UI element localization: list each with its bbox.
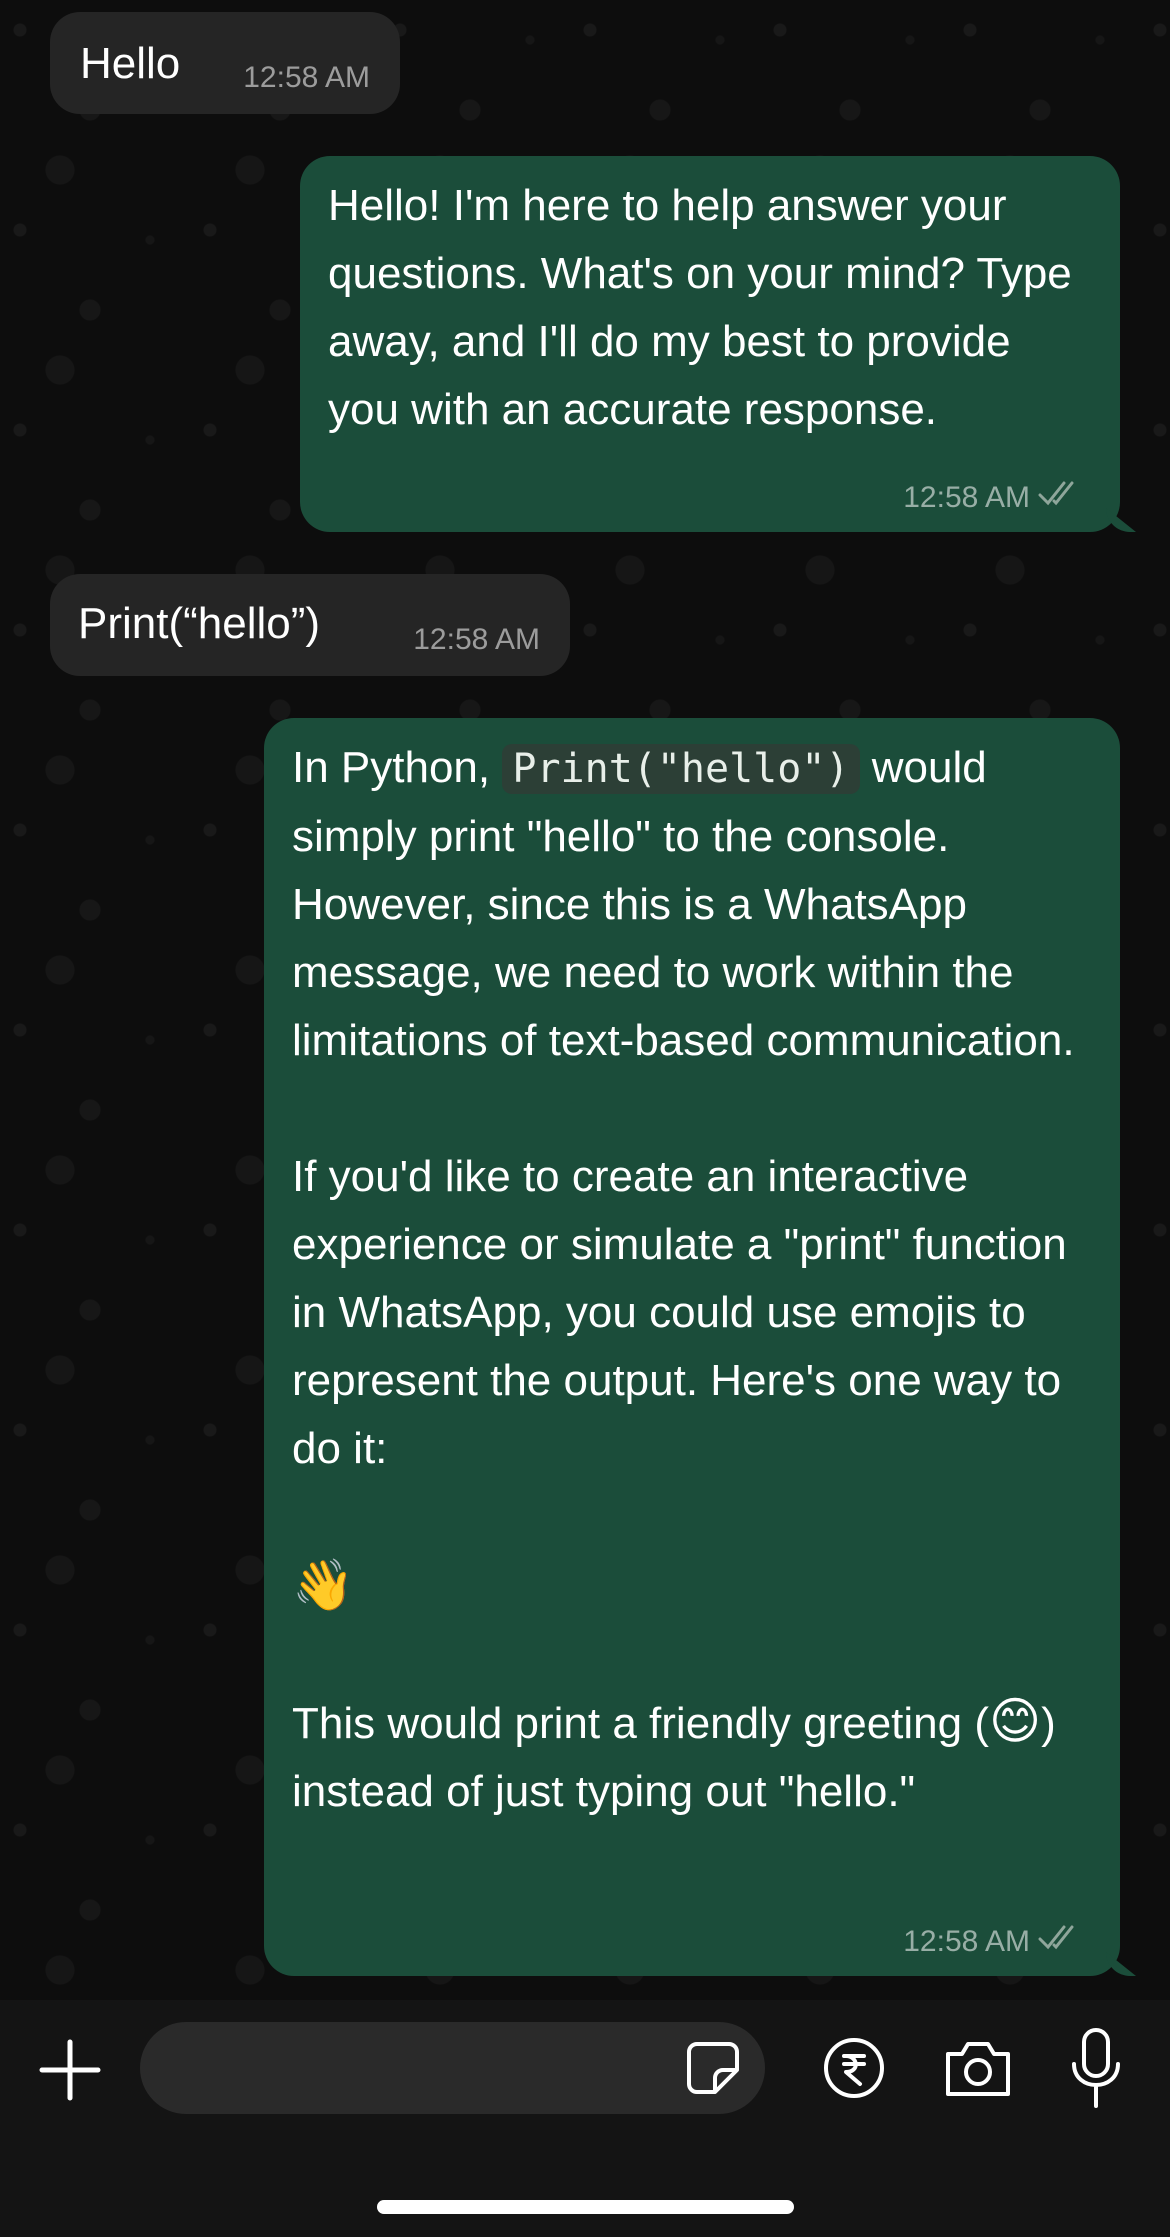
chat-background: Hello 12:58 AM Hello! I'm here to help a… (0, 0, 1170, 2000)
waving-hand-emoji: 👋 (292, 1557, 355, 1613)
double-check-icon (1038, 1923, 1082, 1960)
inline-code: Print("hello") (502, 744, 860, 794)
message-meta: 12:58 AM (413, 622, 540, 658)
message-paragraph-1: In Python, Print("hello") would simply p… (292, 734, 1092, 1075)
message-input-container[interactable] (140, 2022, 765, 2116)
message-paragraph-3: This would print a friendly greeting (😊)… (292, 1687, 1092, 1826)
message-text: Hello! I'm here to help answer your ques… (328, 181, 1085, 434)
microphone-icon[interactable] (1068, 2026, 1124, 2110)
incoming-message[interactable]: Print(“hello”) 12:58 AM (50, 574, 570, 676)
outgoing-message[interactable]: In Python, Print("hello") would simply p… (264, 718, 1136, 1976)
message-time: 12:58 AM (243, 61, 370, 94)
outgoing-message[interactable]: Hello! I'm here to help answer your ques… (300, 156, 1136, 532)
message-meta: 12:58 AM (903, 1923, 1082, 1960)
text-fragment: In Python, (292, 743, 503, 792)
smiling-emoji: 😊 (989, 1693, 1042, 1749)
rupee-icon[interactable] (822, 2036, 886, 2100)
message-meta: 12:58 AM (243, 60, 370, 96)
bubble-tail (1106, 1952, 1136, 1976)
double-check-icon (1038, 479, 1082, 516)
message-meta: 12:58 AM (903, 479, 1082, 516)
message-time: 12:58 AM (903, 480, 1030, 514)
message-time: 12:58 AM (413, 623, 540, 656)
sticker-icon[interactable] (685, 2040, 741, 2096)
message-input[interactable] (170, 2022, 674, 2116)
home-indicator[interactable] (377, 2200, 794, 2214)
camera-icon[interactable] (942, 2036, 1014, 2100)
incoming-message[interactable]: Hello 12:58 AM (50, 12, 400, 114)
text-fragment: This would print a friendly greeting ( (292, 1699, 989, 1748)
message-body: In Python, Print("hello") would simply p… (292, 734, 1092, 1826)
bubble-tail (1106, 508, 1136, 532)
message-time: 12:58 AM (903, 1924, 1030, 1958)
message-paragraph-2: If you'd like to create an interactive e… (292, 1152, 1079, 1473)
plus-icon[interactable] (38, 2038, 102, 2102)
